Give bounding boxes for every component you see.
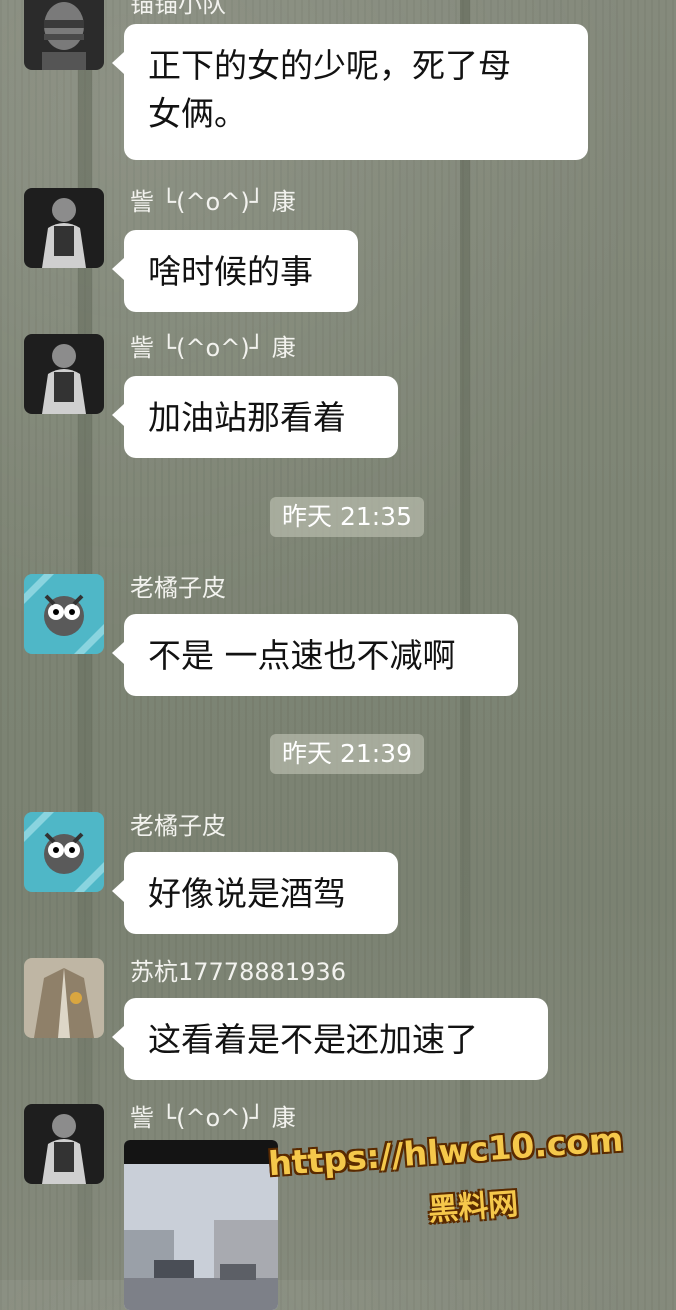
sender-name: 苏杭17778881936: [130, 958, 346, 986]
cartoon-wolf-avatar[interactable]: [24, 812, 104, 892]
sender-name: 訾 └(^o^)┘ 康: [130, 334, 296, 362]
timestamp: 昨天 21:39: [270, 734, 424, 774]
sender-name: 訾 └(^o^)┘ 康: [130, 188, 296, 216]
watermark-name: 黑料网: [427, 1186, 520, 1229]
seated-man-avatar[interactable]: [24, 1104, 104, 1184]
timestamp: 昨天 21:35: [270, 497, 424, 537]
sender-name: 老橘子皮: [130, 812, 226, 840]
masked-face-avatar[interactable]: [24, 0, 104, 70]
message-bubble[interactable]: 啥时候的事: [112, 230, 358, 312]
message-bubble[interactable]: 加油站那看着: [112, 376, 398, 458]
sender-name: 老橘子皮: [130, 574, 226, 602]
message-bubble[interactable]: 不是 一点速也不减啊: [112, 614, 518, 696]
cartoon-wolf-avatar[interactable]: [24, 574, 104, 654]
message-bubble[interactable]: 这看着是不是还加速了: [112, 998, 548, 1080]
sender-name: 锚锚小队: [130, 0, 226, 18]
seated-man-avatar[interactable]: [24, 334, 104, 414]
sender-name: 訾 └(^o^)┘ 康: [130, 1104, 296, 1132]
message-bubble[interactable]: 正下的女的少呢，死了母 女俩。: [112, 24, 588, 160]
message-bubble[interactable]: 好像说是酒驾: [112, 852, 398, 934]
coat-avatar[interactable]: [24, 958, 104, 1038]
image-message-thumbnail[interactable]: [124, 1140, 278, 1310]
chat-view: 锚锚小队 正下的女的少呢，死了母 女俩。 訾 └(^o^)┘ 康 啥时候的事 訾…: [0, 0, 676, 1310]
seated-man-avatar[interactable]: [24, 188, 104, 268]
